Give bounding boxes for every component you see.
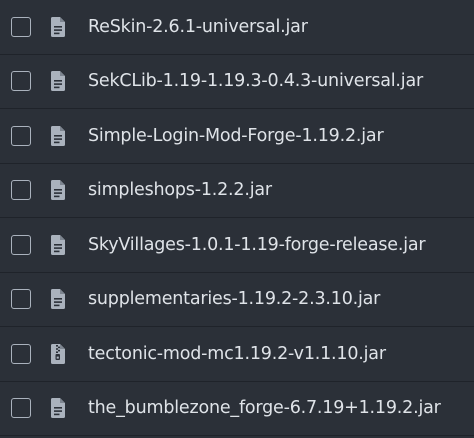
file-row[interactable]: tectonic-mod-mc1.19.2-v1.1.10.jar xyxy=(0,327,474,382)
file-row[interactable]: SkyVillages-1.0.1-1.19-forge-release.jar xyxy=(0,218,474,273)
file-row[interactable]: the_bumblezone_forge-6.7.19+1.19.2.jar xyxy=(0,382,474,436)
file-select-checkbox[interactable] xyxy=(11,343,31,364)
document-icon xyxy=(51,180,65,201)
file-name-link[interactable]: the_bumblezone_forge-6.7.19+1.19.2.jar xyxy=(88,398,441,418)
file-select-checkbox[interactable] xyxy=(11,398,31,419)
file-name-link[interactable]: Simple-Login-Mod-Forge-1.19.2.jar xyxy=(88,126,384,146)
document-icon xyxy=(51,289,65,310)
zip-archive-icon xyxy=(51,343,65,364)
file-name-link[interactable]: ReSkin-2.6.1-universal.jar xyxy=(88,17,308,37)
file-name-link[interactable]: simpleshops-1.2.2.jar xyxy=(88,180,272,200)
file-select-checkbox[interactable] xyxy=(11,234,31,255)
file-select-checkbox[interactable] xyxy=(11,71,31,92)
document-icon xyxy=(51,16,65,37)
file-name-link[interactable]: supplementaries-1.19.2-2.3.10.jar xyxy=(88,289,380,309)
file-select-checkbox[interactable] xyxy=(11,289,31,310)
document-icon xyxy=(51,234,65,255)
file-row[interactable]: Simple-Login-Mod-Forge-1.19.2.jar xyxy=(0,109,474,164)
file-row[interactable]: simpleshops-1.2.2.jar xyxy=(0,164,474,218)
file-row[interactable]: supplementaries-1.19.2-2.3.10.jar xyxy=(0,273,474,327)
file-row[interactable]: SekCLib-1.19-1.19.3-0.4.3-universal.jar xyxy=(0,55,474,109)
file-name-link[interactable]: SekCLib-1.19-1.19.3-0.4.3-universal.jar xyxy=(88,71,423,91)
file-select-checkbox[interactable] xyxy=(11,125,31,146)
document-icon xyxy=(51,125,65,146)
file-name-link[interactable]: SkyVillages-1.0.1-1.19-forge-release.jar xyxy=(88,235,426,255)
file-select-checkbox[interactable] xyxy=(11,180,31,201)
document-icon xyxy=(51,398,65,419)
file-select-checkbox[interactable] xyxy=(11,16,31,37)
file-row[interactable]: ReSkin-2.6.1-universal.jar xyxy=(0,0,474,55)
file-name-link[interactable]: tectonic-mod-mc1.19.2-v1.1.10.jar xyxy=(88,344,386,364)
file-list: ReSkin-2.6.1-universal.jar SekCLib-1.19-1… xyxy=(0,0,474,438)
document-icon xyxy=(51,71,65,92)
